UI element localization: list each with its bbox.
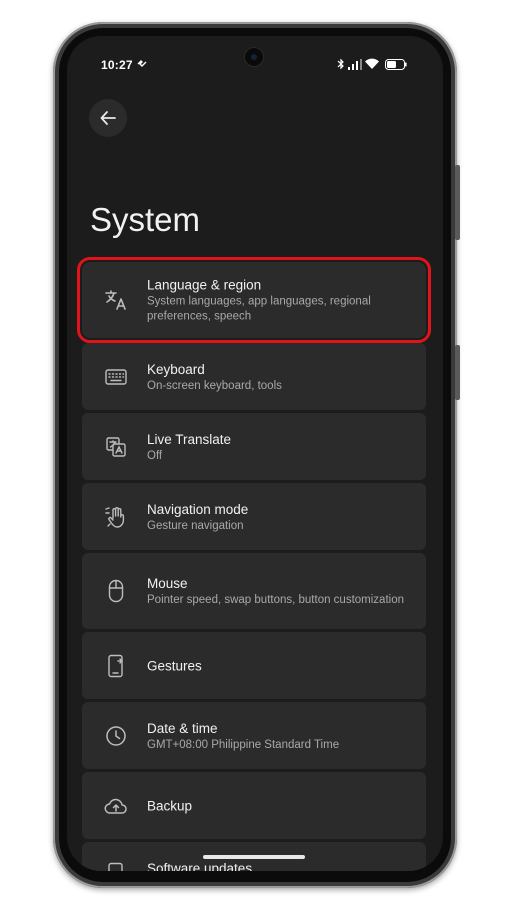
setting-subtitle: GMT+08:00 Philippine Standard Time (147, 738, 340, 751)
setting-title: Date & time (147, 720, 218, 736)
gesture-navigation-handle[interactable] (203, 855, 305, 859)
gesture-hand-icon (102, 503, 130, 531)
page-title: System (90, 201, 201, 238)
setting-title: Backup (147, 798, 193, 813)
setting-title: Software updates (147, 861, 253, 871)
mouse-icon (102, 577, 130, 605)
keyboard-icon (102, 363, 130, 391)
setting-title: Gestures (147, 658, 202, 673)
setting-gestures[interactable]: Gestures (82, 632, 426, 699)
cloud-upload-icon (102, 792, 130, 820)
volume-button (455, 165, 460, 240)
setting-title: Mouse (147, 575, 188, 591)
setting-keyboard[interactable]: Keyboard On-screen keyboard, tools (82, 343, 426, 410)
battery-icon (385, 59, 407, 70)
system-update-icon (102, 860, 130, 871)
live-translate-icon (102, 433, 130, 461)
setting-navigation-mode[interactable]: Navigation mode Gesture navigation (82, 483, 426, 550)
setting-mouse[interactable]: Mouse Pointer speed, swap buttons, butto… (82, 553, 426, 629)
power-button (455, 345, 460, 400)
setting-live-translate[interactable]: Live Translate Off (82, 413, 426, 480)
setting-language-region[interactable]: Language & region System languages, app … (77, 257, 431, 343)
setting-subtitle: On-screen keyboard, tools (147, 379, 282, 392)
translate-icon (102, 286, 130, 314)
setting-subtitle: Gesture navigation (147, 519, 244, 532)
back-button[interactable] (89, 99, 127, 137)
screen: 10:27 System Language & region System la… (67, 36, 443, 871)
status-bar: 10:27 (67, 36, 443, 80)
setting-subtitle: Pointer speed, swap buttons, button cust… (147, 593, 404, 606)
status-notification-icon (137, 59, 147, 69)
setting-title: Language & region (147, 277, 262, 293)
setting-title: Live Translate (147, 431, 232, 447)
setting-title: Navigation mode (147, 501, 249, 517)
setting-subtitle: Off (147, 449, 163, 462)
status-time: 10:27 (101, 58, 133, 72)
bluetooth-icon (337, 58, 345, 70)
setting-date-time[interactable]: Date & time GMT+08:00 Philippine Standar… (82, 702, 426, 769)
phone-gesture-icon (102, 652, 130, 680)
front-camera (245, 48, 263, 66)
setting-backup[interactable]: Backup (82, 772, 426, 839)
setting-subtitle: System languages, app languages, regiona… (147, 295, 371, 323)
clock-icon (102, 722, 130, 750)
wifi-icon (365, 58, 379, 70)
signal-icon (348, 59, 362, 70)
arrow-back-icon (100, 111, 116, 125)
setting-title: Keyboard (147, 361, 205, 377)
